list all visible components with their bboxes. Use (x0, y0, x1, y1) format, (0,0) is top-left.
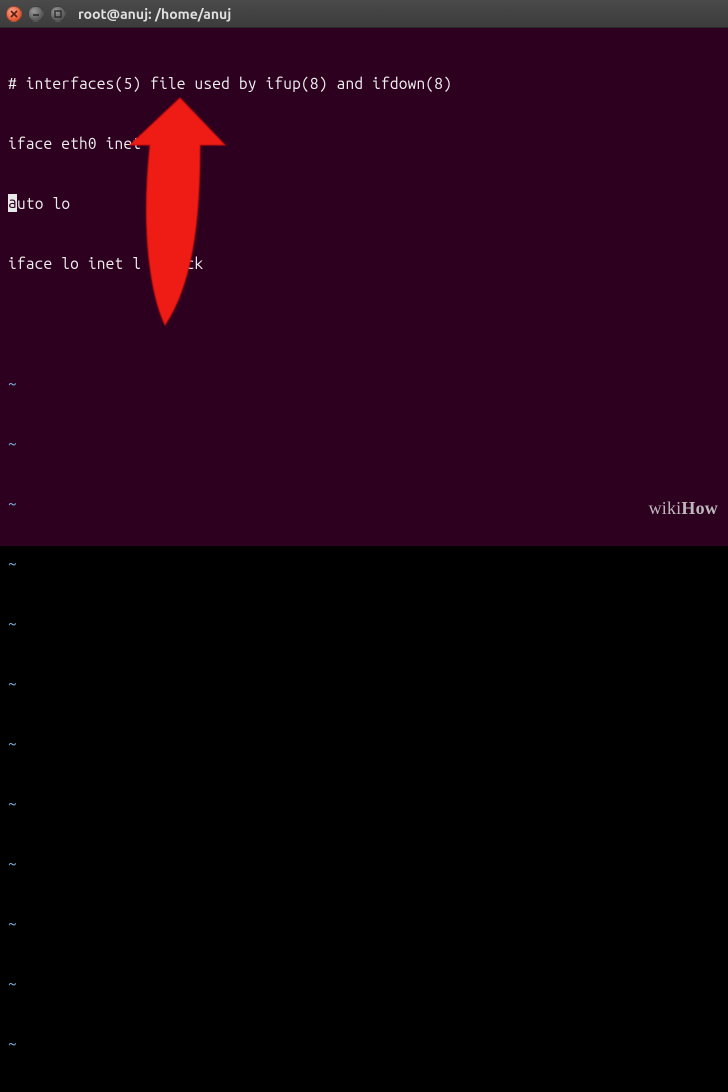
vim-tilde: ~ (8, 1034, 720, 1054)
terminal-text: iface lo inet l (8, 255, 141, 272)
annotation-arrow-icon (95, 90, 235, 340)
text-cursor: a (8, 194, 17, 212)
terminal-line: iface lo inet loopback (8, 254, 720, 274)
vim-tilde: ~ (8, 734, 720, 754)
watermark-text: wiki (649, 498, 682, 518)
terminal-window: root@anuj: /home/anuj # interfaces(5) fi… (0, 0, 728, 546)
vim-tilde: ~ (8, 554, 720, 574)
terminal-text: ck (186, 255, 204, 272)
watermark-text: How (681, 498, 718, 518)
terminal-text: uto lo (17, 194, 70, 214)
vim-tilde: ~ (8, 494, 720, 514)
vim-tilde: ~ (8, 374, 720, 394)
vim-tilde: ~ (8, 794, 720, 814)
window-title: root@anuj: /home/anuj (78, 6, 231, 22)
window-titlebar: root@anuj: /home/anuj (0, 0, 728, 28)
minimize-icon (32, 10, 40, 18)
minimize-button[interactable] (28, 6, 44, 22)
vim-tilde: ~ (8, 614, 720, 634)
vim-tilde: ~ (8, 434, 720, 454)
maximize-button[interactable] (50, 6, 66, 22)
terminal-viewport[interactable]: # interfaces(5) file used by ifup(8) and… (0, 28, 728, 546)
terminal-line: auto lo (8, 194, 720, 214)
vim-tilde: ~ (8, 974, 720, 994)
vim-tilde: ~ (8, 854, 720, 874)
terminal-line: iface eth0 inet dhcp (8, 134, 720, 154)
terminal-empty-line (8, 314, 720, 334)
maximize-icon (54, 10, 62, 18)
close-button[interactable] (6, 6, 22, 22)
vim-tilde: ~ (8, 674, 720, 694)
close-icon (10, 10, 18, 18)
terminal-line: # interfaces(5) file used by ifup(8) and… (8, 74, 720, 94)
window-controls (6, 6, 66, 22)
vim-tilde: ~ (8, 914, 720, 934)
watermark: wikiHow (620, 478, 718, 538)
